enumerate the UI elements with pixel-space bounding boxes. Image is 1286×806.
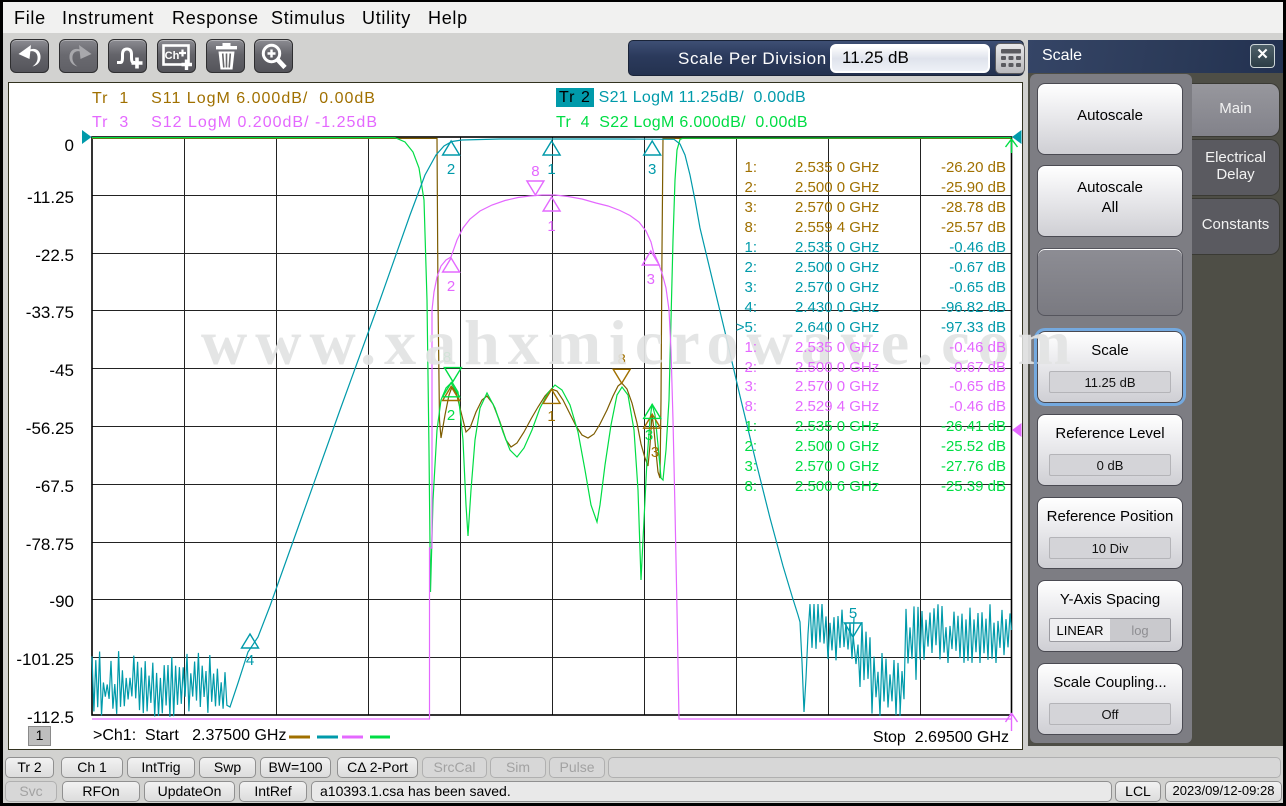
svg-text:Ch: Ch xyxy=(165,50,180,62)
